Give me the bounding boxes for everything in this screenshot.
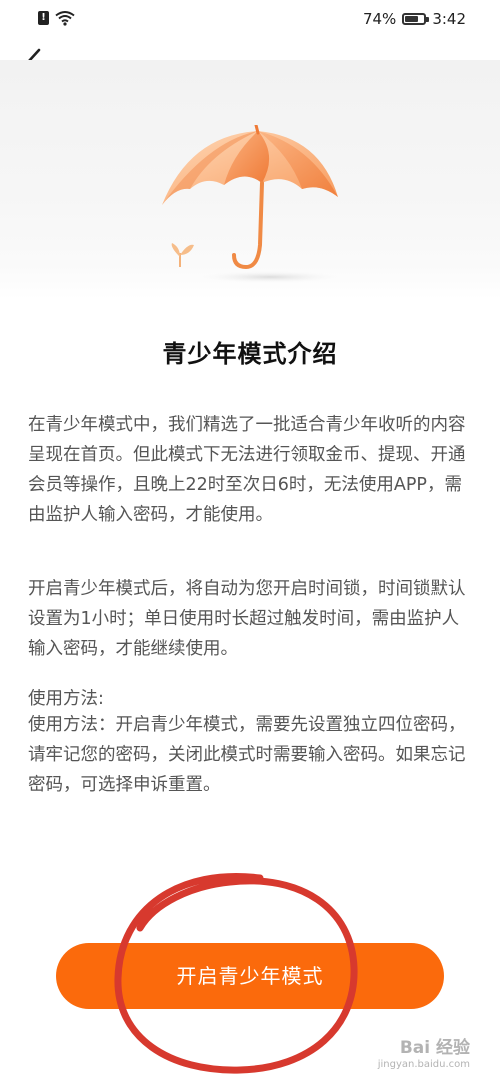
status-bar: ! 74% 3:42: [0, 0, 500, 40]
status-left: !: [38, 10, 75, 26]
watermark-url: jingyan.baidu.com: [377, 1059, 470, 1070]
status-right: 74% 3:42: [363, 10, 466, 28]
sim-alert-icon: !: [38, 11, 49, 25]
time-lock-paragraph: 开启青少年模式后，将自动为您开启时间锁，时间锁默认设置为1小时；单日使用时长超过…: [28, 579, 466, 659]
usage-paragraph: 使用方法：开启青少年模式，需要先设置独立四位密码，请牢记您的密码，关闭此模式时需…: [28, 715, 466, 795]
battery-percent: 74%: [362, 10, 397, 28]
umbrella-icon: [162, 125, 340, 283]
enable-youth-mode-button[interactable]: 开启青少年模式: [56, 943, 444, 1009]
intro-paragraph: 在青少年模式中，我们精选了一批适合青少年收听的内容呈现在首页。但此模式下无法进行…: [28, 415, 466, 525]
battery-fill: [405, 16, 419, 22]
baidu-jingyan-watermark: Bai 经验 jingyan.baidu.com: [378, 1033, 470, 1070]
page-title: 青少年模式介绍: [162, 340, 338, 368]
wifi-icon: [55, 11, 75, 26]
clock: 3:42: [432, 10, 466, 28]
battery-icon: [402, 13, 430, 25]
watermark-brand: Bai 经验: [399, 1038, 470, 1058]
